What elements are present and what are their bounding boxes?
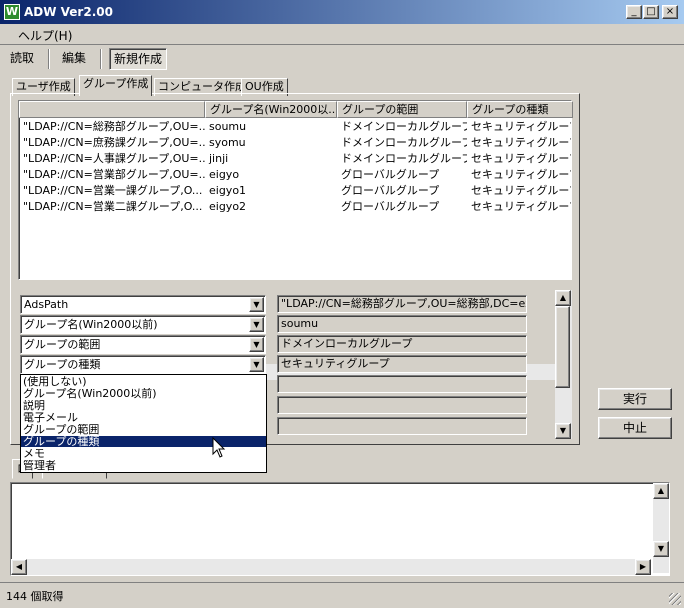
tab-group-create[interactable]: グループ作成	[79, 75, 153, 96]
column-header-adspath[interactable]	[19, 101, 205, 118]
value-field-7	[277, 417, 527, 435]
table-cell: セキュリティグループ	[471, 120, 571, 133]
chevron-down-icon[interactable]: ▼	[249, 337, 264, 352]
app-icon: W	[4, 4, 20, 20]
table-row[interactable]: "LDAP://CN=庶務課グループ,OU=... syomu ドメインローカルグル…	[19, 135, 571, 151]
scroll-up-icon[interactable]: ▲	[555, 290, 571, 306]
table-cell: eigyo1	[209, 184, 247, 197]
menu-help[interactable]: ヘルプ(H)	[18, 27, 72, 44]
combo-value: グループの種類	[24, 358, 101, 371]
mapping-scrollbar[interactable]: ▲ ▼	[555, 290, 572, 439]
run-button[interactable]: 実行	[598, 388, 672, 410]
window-title: ADW Ver2.00	[24, 5, 113, 19]
table-row[interactable]: "LDAP://CN=営業二課グループ,O... eigyo2 グローバルグループ セ…	[19, 199, 571, 215]
scroll-down-icon[interactable]: ▼	[555, 423, 571, 439]
log-horizontal-scrollbar[interactable]: ◀ ▶	[11, 559, 651, 575]
table-cell: ドメインローカルグループ	[341, 152, 467, 165]
table-cell: "LDAP://CN=営業一課グループ,O...	[23, 184, 203, 197]
table-cell: "LDAP://CN=営業部グループ,OU=...	[23, 168, 205, 181]
table-cell: "LDAP://CN=庶務課グループ,OU=...	[23, 136, 205, 149]
table-cell: ドメインローカルグループ	[341, 136, 467, 149]
table-cell: セキュリティグループ	[471, 152, 571, 165]
dropdown-option[interactable]: 電子メール	[21, 412, 266, 423]
table-cell: グローバルグループ	[341, 184, 440, 197]
scroll-down-icon[interactable]: ▼	[653, 541, 669, 557]
field-dropdown[interactable]: (使用しない) グループ名(Win2000以前) 説明 電子メール グループの範囲 グルー…	[20, 374, 267, 473]
table-cell: セキュリティグループ	[471, 136, 571, 149]
value-field-5	[277, 375, 527, 393]
dropdown-option[interactable]: グループの範囲	[21, 424, 266, 435]
close-button[interactable]: ×	[662, 5, 678, 19]
mapping-combo-1[interactable]: AdsPath ▼	[20, 295, 266, 314]
dropdown-option[interactable]: 管理者	[21, 460, 266, 471]
table-cell: "LDAP://CN=総務部グループ,OU=...	[23, 120, 205, 133]
column-header-group-name[interactable]: グループ名(Win2000以...	[205, 101, 337, 118]
chevron-down-icon[interactable]: ▼	[249, 357, 264, 372]
table-cell: グローバルグループ	[341, 200, 440, 213]
chevron-down-icon[interactable]: ▼	[249, 297, 264, 312]
read-button[interactable]: 読取	[6, 48, 38, 70]
toolbar: 読取 編集 新規作成	[0, 44, 684, 72]
dropdown-option[interactable]: グループの種類	[21, 436, 266, 447]
dropdown-option[interactable]: グループ名(Win2000以前)	[21, 388, 266, 399]
table-row[interactable]: "LDAP://CN=営業一課グループ,O... eigyo1 グローバルグループ セ…	[19, 183, 571, 199]
edit-button[interactable]: 編集	[58, 48, 90, 70]
table-cell: jinji	[209, 152, 229, 165]
column-header-type[interactable]: グループの種類	[467, 101, 573, 118]
table-cell: セキュリティグループ	[471, 184, 571, 197]
mapping-combo-4[interactable]: グループの種類 ▼	[20, 355, 266, 374]
value-field-2: soumu	[277, 315, 527, 333]
value-field-6	[277, 396, 527, 414]
scroll-right-icon[interactable]: ▶	[635, 559, 651, 575]
new-button[interactable]: 新規作成	[109, 48, 168, 70]
mouse-cursor-icon	[212, 437, 226, 458]
dropdown-option[interactable]: 説明	[21, 400, 266, 411]
table-cell: セキュリティグループ	[471, 200, 571, 213]
table-cell: セキュリティグループ	[471, 168, 571, 181]
table-cell: eigyo2	[209, 200, 247, 213]
column-header-scope[interactable]: グループの範囲	[337, 101, 467, 118]
stop-button[interactable]: 中止	[598, 417, 672, 439]
table-cell: "LDAP://CN=人事課グループ,OU=...	[23, 152, 205, 165]
title-bar[interactable]: W ADW Ver2.00 _ □ ×	[0, 0, 684, 24]
table-cell: soumu	[209, 120, 247, 133]
dropdown-option[interactable]: (使用しない)	[21, 376, 266, 387]
toolbar-separator	[48, 49, 50, 69]
table-cell: グローバルグループ	[341, 168, 440, 181]
combo-value: グループの範囲	[24, 338, 101, 351]
value-field-4: セキュリティグループ	[277, 355, 527, 373]
scroll-up-icon[interactable]: ▲	[653, 483, 669, 499]
toolbar-separator	[100, 49, 102, 69]
scrollbar-thumb[interactable]	[555, 306, 570, 388]
minimize-button[interactable]: _	[626, 5, 642, 19]
combo-value: AdsPath	[24, 298, 69, 311]
table-row[interactable]: "LDAP://CN=営業部グループ,OU=... eigyo グローバルグループ セ…	[19, 167, 571, 183]
log-textarea[interactable]: ▲ ▼ ◀ ▶	[10, 482, 670, 576]
table-cell: "LDAP://CN=営業二課グループ,O...	[23, 200, 203, 213]
combo-value: グループ名(Win2000以前)	[24, 318, 158, 331]
resize-grip-icon[interactable]	[669, 593, 681, 605]
table-cell: eigyo	[209, 168, 240, 181]
value-field-1: "LDAP://CN=総務部グループ,OU=総務部,DC=exa	[277, 295, 527, 313]
status-bar: 144 個取得	[0, 582, 684, 608]
group-list[interactable]: グループ名(Win2000以... グループの範囲 グループの種類 "LDAP:…	[18, 100, 573, 380]
mapping-combo-3[interactable]: グループの範囲 ▼	[20, 335, 266, 354]
status-text: 144 個取得	[6, 590, 64, 603]
table-row[interactable]: "LDAP://CN=人事課グループ,OU=... jinji ドメインローカルグル…	[19, 151, 571, 167]
dropdown-option[interactable]: メモ	[21, 448, 266, 459]
maximize-button[interactable]: □	[643, 5, 659, 19]
menu-bar: ヘルプ(H)	[0, 24, 684, 44]
table-row[interactable]: "LDAP://CN=総務部グループ,OU=... soumu ドメインローカルグル…	[19, 119, 571, 135]
table-cell: ドメインローカルグループ	[341, 120, 467, 133]
scroll-left-icon[interactable]: ◀	[11, 559, 27, 575]
value-field-3: ドメインローカルグループ	[277, 335, 527, 353]
mapping-combo-2[interactable]: グループ名(Win2000以前) ▼	[20, 315, 266, 334]
table-cell: syomu	[209, 136, 246, 149]
log-vertical-scrollbar[interactable]: ▲ ▼	[653, 483, 669, 573]
chevron-down-icon[interactable]: ▼	[249, 317, 264, 332]
